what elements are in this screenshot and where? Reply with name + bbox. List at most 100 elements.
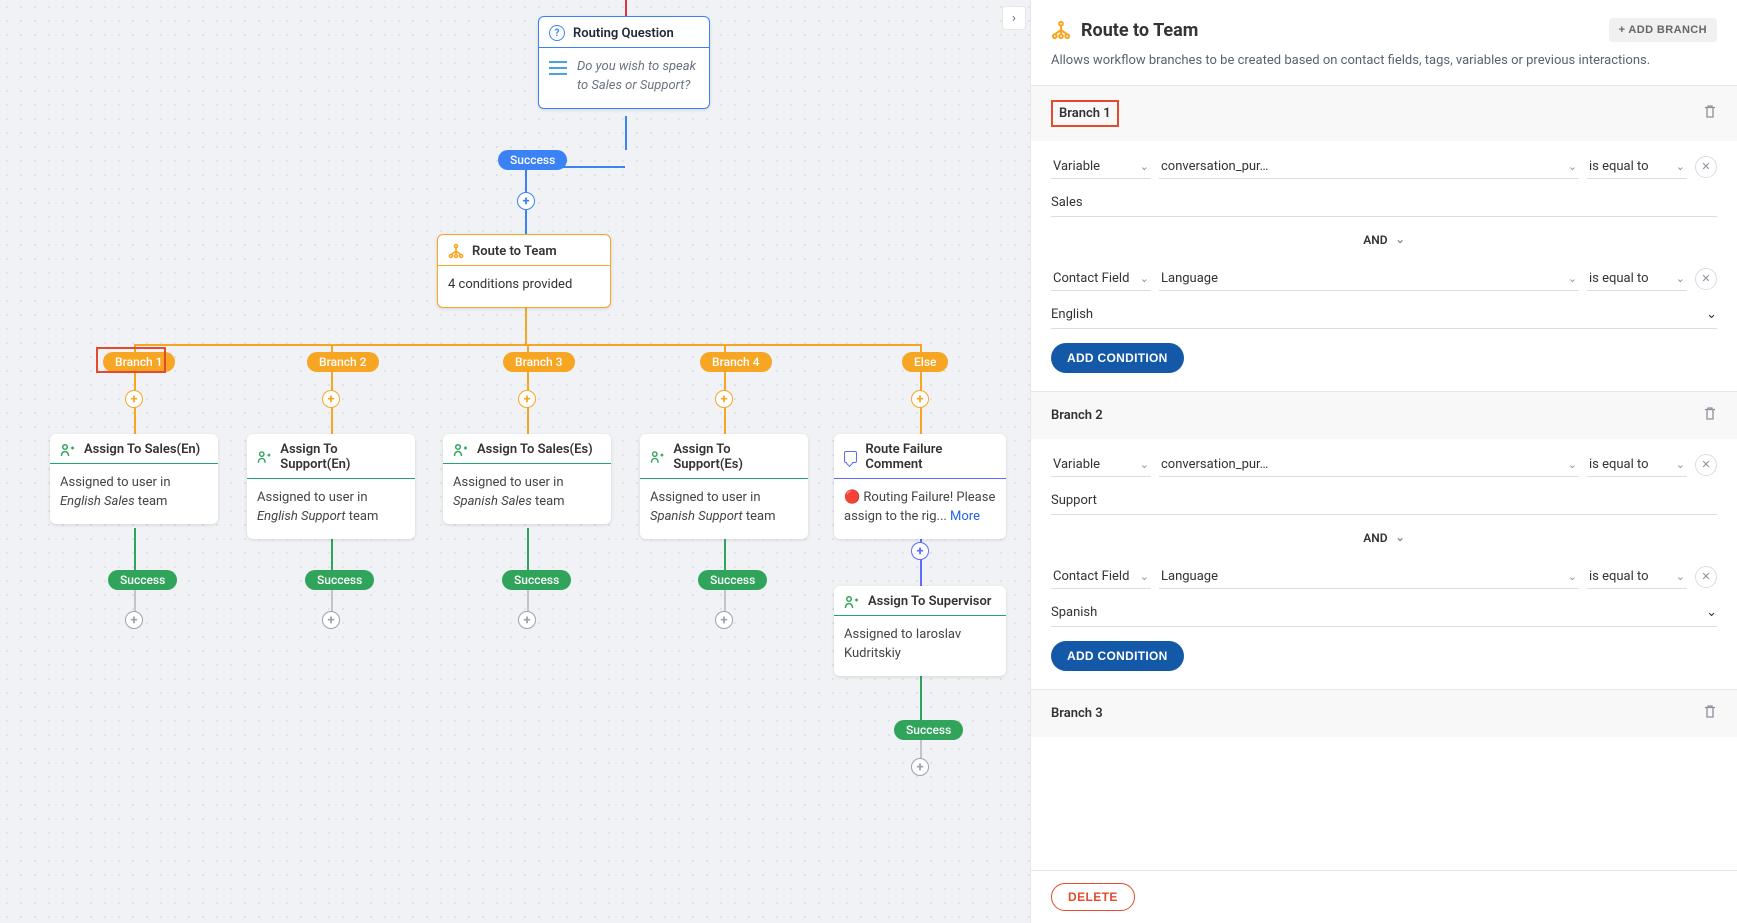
field-value-dropdown[interactable]: conversation_pur…⌄	[1159, 453, 1579, 477]
field-type-dropdown[interactable]: Contact Field⌄	[1051, 565, 1151, 589]
node-body: Assigned to user in English Support team	[247, 479, 415, 539]
condition-row: Variable⌄ conversation_pur…⌄ is equal to⌄ ✕	[1051, 443, 1717, 481]
node-title: Assign To Support(En)	[280, 442, 405, 472]
chevron-down-icon: ⌄	[1140, 570, 1149, 583]
node-title: Assign To Supervisor	[868, 594, 991, 609]
remove-condition-button[interactable]: ✕	[1695, 156, 1717, 178]
field-value-dropdown[interactable]: Language⌄	[1159, 565, 1579, 589]
pill-success: Success	[698, 570, 767, 590]
field-type-dropdown[interactable]: Variable⌄	[1051, 155, 1151, 179]
comment-icon	[844, 451, 857, 463]
trash-icon[interactable]	[1703, 704, 1717, 723]
add-condition-button[interactable]: ADD CONDITION	[1051, 343, 1184, 373]
add-node-button[interactable]: +	[322, 611, 340, 629]
condition-value-input[interactable]: Support	[1051, 481, 1717, 515]
panel-title: Route to Team	[1081, 20, 1599, 41]
remove-condition-button[interactable]: ✕	[1695, 566, 1717, 588]
trash-icon[interactable]	[1703, 104, 1717, 123]
node-assign-sales-es[interactable]: Assign To Sales(Es) Assigned to user in …	[443, 434, 611, 524]
field-type-dropdown[interactable]: Variable⌄	[1051, 453, 1151, 477]
node-route-to-team[interactable]: Route to Team 4 conditions provided	[437, 234, 611, 308]
assign-icon	[257, 450, 272, 464]
chevron-down-icon: ⌄	[1140, 458, 1149, 471]
node-title: Assign To Sales(Es)	[477, 442, 593, 457]
assign-icon	[650, 450, 665, 464]
pill-success: Success	[894, 720, 963, 740]
branch-header[interactable]: Branch 2	[1031, 392, 1737, 439]
add-node-button[interactable]: +	[911, 758, 929, 776]
add-node-button[interactable]: +	[911, 390, 929, 408]
add-node-button[interactable]: +	[911, 542, 929, 560]
pill-branch-3[interactable]: Branch 3	[503, 352, 575, 372]
panel-description: Allows workflow branches to be created b…	[1031, 42, 1737, 85]
collapse-panel-button[interactable]: ›	[1002, 6, 1026, 30]
branch-body: Variable⌄conversation_pur…⌄is equal to⌄✕…	[1031, 141, 1737, 391]
and-or-dropdown[interactable]: AND⌄	[1051, 515, 1717, 555]
condition-value-input[interactable]: Sales	[1051, 183, 1717, 217]
connector	[525, 305, 527, 345]
field-value-dropdown[interactable]: conversation_pur…⌄	[1159, 155, 1579, 179]
assign-icon	[453, 443, 469, 457]
condition-row: Contact Field⌄ Language⌄ is equal to⌄ ✕	[1051, 555, 1717, 593]
branch-name: Branch 1	[1051, 100, 1119, 127]
branch-header[interactable]: Branch 3	[1031, 690, 1737, 737]
connector	[625, 116, 627, 150]
node-assign-support-en[interactable]: Assign To Support(En) Assigned to user i…	[247, 434, 415, 539]
node-assign-support-es[interactable]: Assign To Support(Es) Assigned to user i…	[640, 434, 808, 539]
text-lines-icon	[549, 61, 567, 75]
add-node-button[interactable]: +	[715, 611, 733, 629]
condition-value-input[interactable]: English⌄	[1051, 295, 1717, 329]
chevron-right-icon: ›	[1012, 11, 1016, 26]
delete-button[interactable]: DELETE	[1051, 883, 1135, 911]
node-title: Routing Question	[573, 26, 674, 41]
node-route-failure-comment[interactable]: Route Failure Comment 🔴 Routing Failure!…	[834, 434, 1006, 539]
branch-icon	[448, 243, 464, 259]
condition-value-input[interactable]: Spanish⌄	[1051, 593, 1717, 627]
operator-dropdown[interactable]: is equal to⌄	[1587, 565, 1687, 589]
trash-icon[interactable]	[1703, 406, 1717, 425]
add-node-button[interactable]: +	[518, 611, 536, 629]
node-body: Assigned to user in Spanish Support team	[640, 479, 808, 539]
field-value-dropdown[interactable]: Language⌄	[1159, 267, 1579, 291]
node-assign-sales-en[interactable]: Assign To Sales(En) Assigned to user in …	[50, 434, 218, 524]
add-condition-button[interactable]: ADD CONDITION	[1051, 641, 1184, 671]
branch-header[interactable]: Branch 1	[1031, 86, 1737, 141]
operator-dropdown[interactable]: is equal to⌄	[1587, 155, 1687, 179]
pill-success: Success	[502, 570, 571, 590]
workflow-canvas[interactable]: › ?Routing Question Do you wish to speak…	[0, 0, 1030, 923]
chevron-down-icon: ⌄	[1396, 531, 1405, 544]
remove-condition-button[interactable]: ✕	[1695, 454, 1717, 476]
add-node-button[interactable]: +	[517, 192, 535, 210]
connector	[525, 210, 527, 234]
branch-block: Branch 3	[1031, 689, 1737, 737]
add-node-button[interactable]: +	[125, 611, 143, 629]
add-node-button[interactable]: +	[125, 390, 143, 408]
chevron-down-icon: ⌄	[1706, 307, 1717, 322]
node-assign-supervisor[interactable]: Assign To Supervisor Assigned to Iarosla…	[834, 586, 1006, 676]
field-type-dropdown[interactable]: Contact Field⌄	[1051, 267, 1151, 291]
pill-branch-4[interactable]: Branch 4	[700, 352, 772, 372]
chevron-down-icon: ⌄	[1568, 160, 1577, 173]
chevron-down-icon: ⌄	[1568, 458, 1577, 471]
add-node-button[interactable]: +	[322, 390, 340, 408]
connector	[527, 588, 529, 611]
add-node-button[interactable]: +	[715, 390, 733, 408]
and-or-dropdown[interactable]: AND⌄	[1051, 217, 1717, 257]
remove-condition-button[interactable]: ✕	[1695, 268, 1717, 290]
add-node-button[interactable]: +	[518, 390, 536, 408]
node-body: 4 conditions provided	[448, 277, 572, 292]
operator-dropdown[interactable]: is equal to⌄	[1587, 267, 1687, 291]
branch-block: Branch 2Variable⌄conversation_pur…⌄is eq…	[1031, 391, 1737, 689]
pill-success-top: Success	[498, 150, 567, 170]
operator-dropdown[interactable]: is equal to⌄	[1587, 453, 1687, 477]
more-link[interactable]: More	[947, 509, 980, 524]
connector	[724, 588, 726, 611]
add-branch-button[interactable]: + ADD BRANCH	[1609, 18, 1717, 42]
node-body: Assigned to user in English Sales team	[50, 464, 218, 524]
branch-body: Variable⌄conversation_pur…⌄is equal to⌄✕…	[1031, 439, 1737, 689]
chevron-down-icon: ⌄	[1676, 458, 1685, 471]
pill-else[interactable]: Else	[902, 352, 948, 372]
node-routing-question[interactable]: ?Routing Question Do you wish to speak t…	[538, 16, 710, 109]
pill-branch-2[interactable]: Branch 2	[307, 352, 379, 372]
node-title: Route Failure Comment	[865, 442, 996, 472]
